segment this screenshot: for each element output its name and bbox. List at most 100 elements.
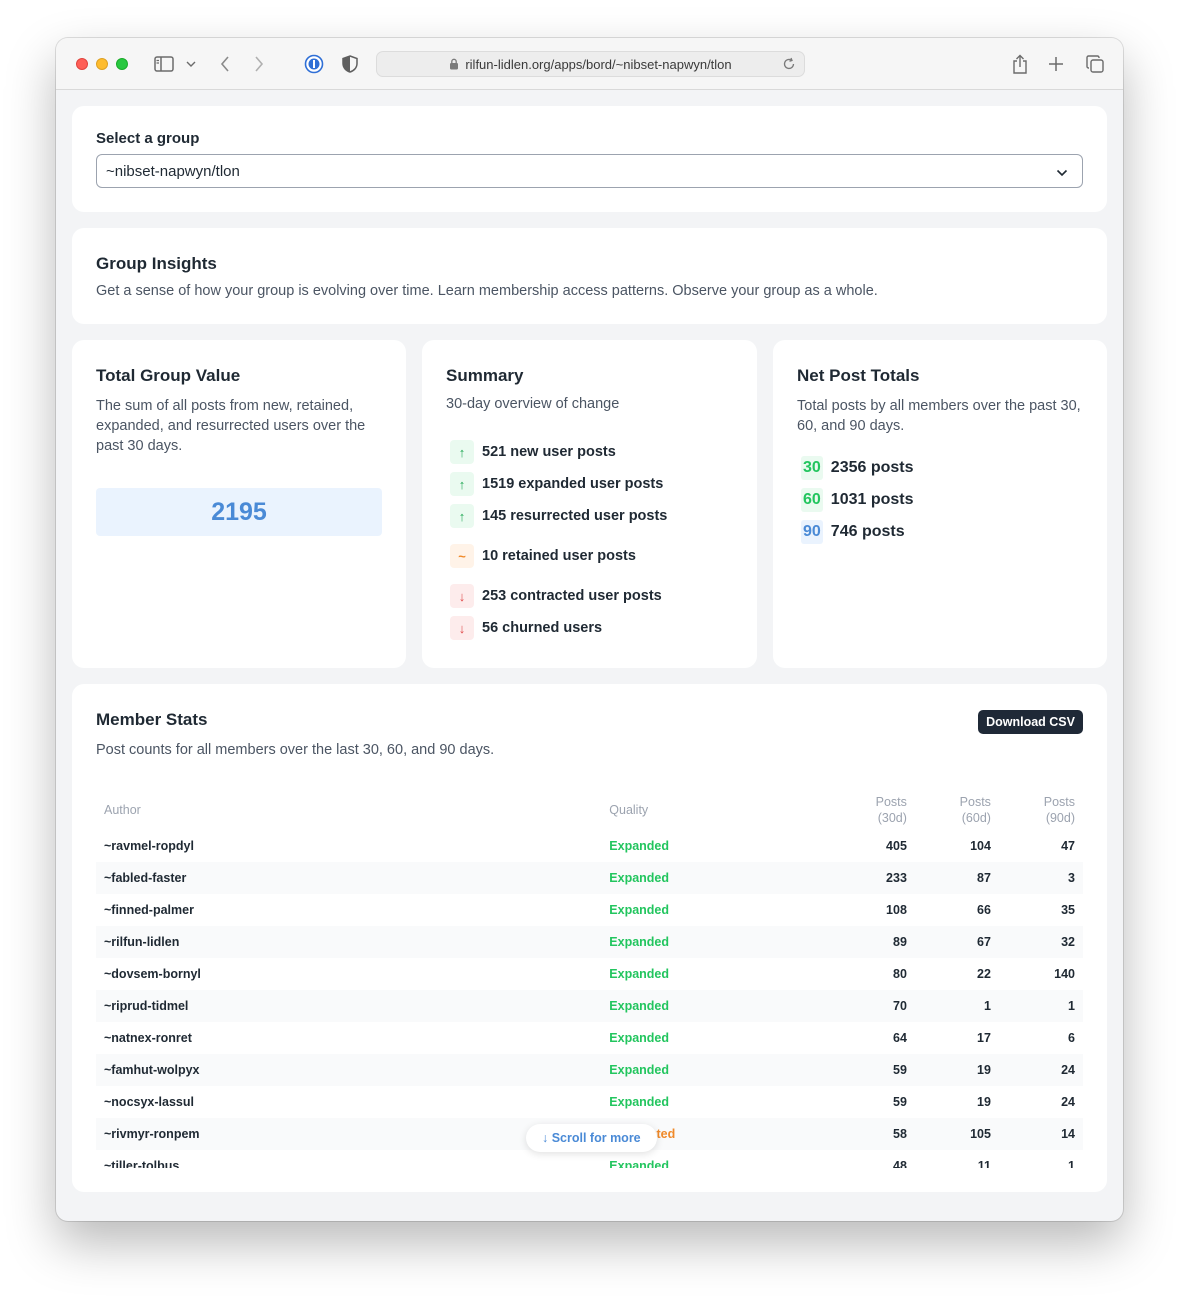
posts-30d-cell: 64 <box>893 1031 907 1045</box>
posts-90d-cell: 14 <box>998 1118 1083 1150</box>
net-post-totals-card: Net Post Totals Total posts by all membe… <box>773 340 1107 668</box>
table-row: ~riprud-tidmel Expanded 70 1 1 <box>96 990 1083 1022</box>
posts-30d-cell: 59 <box>893 1095 907 1109</box>
posts-90d-cell: 35 <box>1061 903 1075 917</box>
posts-90d-cell: 1 <box>998 990 1083 1022</box>
author-cell: ~riprud-tidmel <box>96 990 602 1022</box>
table-row: ~finned-palmer Expanded 108 66 35 <box>96 894 1083 926</box>
posts-90d-cell: 140 <box>1054 967 1075 981</box>
quality-cell: Expanded <box>609 839 670 853</box>
summary-item: ↓ 56 churned users <box>450 616 602 640</box>
tilde-icon: ~ <box>450 544 474 568</box>
column-author[interactable]: Author <box>96 790 601 830</box>
forward-arrow-icon[interactable] <box>250 52 268 76</box>
browser-window: rilfun-lidlen.org/apps/bord/~nibset-napw… <box>56 38 1123 1221</box>
table-row: ~fabled-faster Expanded 233 87 3 <box>96 862 1083 894</box>
close-window-button[interactable] <box>76 58 88 70</box>
quality-cell: Expanded <box>609 903 670 917</box>
password-manager-icon[interactable] <box>303 52 325 76</box>
author-cell: ~tiller-tolbus <box>104 1159 180 1168</box>
table-header-row: Author Quality Posts (30d) Posts (60d) Pos… <box>96 790 1083 830</box>
summary-item: ↑ 1519 expanded user posts <box>450 472 663 496</box>
quality-cell: Expanded <box>601 1054 807 1086</box>
column-quality[interactable]: Quality <box>601 790 806 830</box>
tab-overview-icon[interactable] <box>1084 52 1106 76</box>
chevron-down-icon[interactable] <box>184 52 198 76</box>
author-cell: ~ravmel-ropdyl <box>104 839 194 853</box>
summary-subtitle: 30-day overview of change <box>446 396 620 412</box>
period-badge: 60 <box>801 488 823 512</box>
posts-60d-cell: 105 <box>914 1118 999 1150</box>
table-row: ~dovsem-bornyl Expanded 80 22 140 <box>96 958 1083 990</box>
table-row: ~ravmel-ropdyl Expanded 405 104 47 <box>96 830 1083 862</box>
share-icon[interactable] <box>1010 52 1030 76</box>
browser-toolbar: rilfun-lidlen.org/apps/bord/~nibset-napw… <box>56 38 1123 90</box>
author-cell: ~fabled-faster <box>96 862 602 894</box>
net-post-count: 1031 posts <box>830 491 914 508</box>
reload-icon[interactable] <box>782 57 796 74</box>
total-value-number: 2195 <box>96 488 382 536</box>
sidebar-toggle-icon[interactable] <box>152 52 176 76</box>
summary-item-text: 1519 expanded user posts <box>482 476 664 492</box>
group-select-dropdown[interactable]: ~nibset-napwyn/tlon <box>96 154 1083 188</box>
back-arrow-icon[interactable] <box>216 52 234 76</box>
column-label: Posts <box>959 795 991 809</box>
posts-60d-cell: 104 <box>970 839 991 853</box>
quality-cell: Expanded <box>601 990 807 1022</box>
posts-60d-cell: 17 <box>977 1031 991 1045</box>
net-posts-title: Net Post Totals <box>797 366 920 385</box>
scroll-for-more-button[interactable]: ↓ Scroll for more <box>526 1124 657 1152</box>
column-label: Posts <box>875 795 907 809</box>
net-post-row: 90 746 posts <box>801 520 905 544</box>
total-group-value-card: Total Group Value The sum of all posts f… <box>72 340 406 668</box>
summary-item-text: 56 churned users <box>482 620 603 636</box>
quality-cell: Expanded <box>601 926 807 958</box>
summary-item-text: 145 resurrected user posts <box>482 508 668 524</box>
posts-60d-cell: 66 <box>977 903 991 917</box>
quality-cell: Expanded <box>601 862 807 894</box>
posts-60d-cell: 22 <box>977 967 991 981</box>
posts-30d-cell: 58 <box>806 1118 915 1150</box>
column-posts-60d[interactable]: Posts (60d) <box>915 790 999 830</box>
posts-60d-cell: 19 <box>914 1054 999 1086</box>
author-cell: ~nocsyx-lassul <box>104 1095 194 1109</box>
net-posts-description: Total posts by all members over the past… <box>797 398 1081 434</box>
author-cell: ~famhut-wolpyx <box>96 1054 602 1086</box>
table-row: ~natnex-ronret Expanded 64 17 6 <box>96 1022 1083 1054</box>
period-badge: 90 <box>801 520 823 544</box>
shield-icon[interactable] <box>340 52 360 76</box>
posts-90d-cell: 24 <box>998 1054 1083 1086</box>
posts-90d-cell: 3 <box>998 862 1083 894</box>
quality-cell: Expanded <box>609 1159 670 1168</box>
minimize-window-button[interactable] <box>96 58 108 70</box>
posts-90d-cell: 6 <box>1068 1031 1075 1045</box>
net-post-count: 746 posts <box>830 523 905 540</box>
posts-60d-cell: 87 <box>914 862 999 894</box>
column-posts-90d[interactable]: Posts (90d) <box>999 790 1083 830</box>
new-tab-icon[interactable] <box>1046 52 1066 76</box>
quality-cell: Expanded <box>609 967 670 981</box>
posts-90d-cell: 32 <box>998 926 1083 958</box>
url-text: rilfun-lidlen.org/apps/bord/~nibset-napw… <box>465 56 732 72</box>
summary-item-text: 253 contracted user posts <box>482 588 662 604</box>
posts-90d-cell: 1 <box>1068 1159 1075 1168</box>
address-bar[interactable]: rilfun-lidlen.org/apps/bord/~nibset-napw… <box>376 51 805 77</box>
column-posts-30d[interactable]: Posts (30d) <box>806 790 915 830</box>
group-insights-card: Group Insights Get a sense of how your g… <box>72 228 1107 324</box>
summary-item-text: 521 new user posts <box>482 444 616 460</box>
column-label: (90d) <box>1045 811 1075 825</box>
table-row: ~nocsyx-lassul Expanded 59 19 24 <box>96 1086 1083 1118</box>
column-label: (30d) <box>877 811 907 825</box>
author-cell: ~finned-palmer <box>104 903 194 917</box>
zoom-window-button[interactable] <box>116 58 128 70</box>
member-stats-table: Author Quality Posts (30d) Posts (60d) Pos… <box>96 790 1083 1168</box>
quality-cell: Expanded <box>609 1031 670 1045</box>
author-cell: ~rilfun-lidlen <box>96 926 602 958</box>
summary-item: ↓ 253 contracted user posts <box>450 584 662 608</box>
posts-30d-cell: 80 <box>893 967 907 981</box>
member-table-scroll[interactable]: Author Quality Posts (30d) Posts (60d) Pos… <box>72 684 1107 1168</box>
net-post-count: 2356 posts <box>830 459 914 476</box>
quality-cell: Expanded <box>609 1095 670 1109</box>
author-cell: ~natnex-ronret <box>104 1031 192 1045</box>
member-stats-card: Member Stats Post counts for all members… <box>72 684 1107 1192</box>
